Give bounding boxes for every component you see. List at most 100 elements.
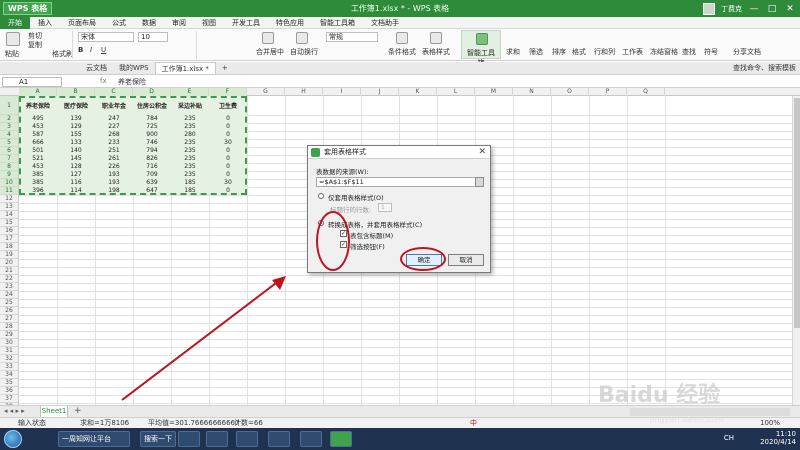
name-box[interactable]: A1 [2, 77, 62, 87]
data-cell[interactable]: 826 [133, 155, 171, 163]
data-cell[interactable]: 116 [57, 179, 95, 187]
data-cell[interactable]: 385 [19, 179, 57, 187]
data-cell[interactable]: 140 [57, 147, 95, 155]
wrap-icon[interactable] [296, 32, 308, 44]
row-header[interactable]: 15 [0, 219, 19, 227]
row-header[interactable]: 27 [0, 315, 19, 323]
data-cell[interactable]: 647 [133, 187, 171, 195]
row-header[interactable]: 35 [0, 379, 19, 387]
row-header[interactable]: 20 [0, 259, 19, 267]
column-header[interactable]: L [437, 88, 475, 96]
data-cell[interactable]: 0 [209, 123, 247, 131]
header-cell[interactable]: 卫生费 [209, 101, 247, 110]
source-range-input[interactable]: =$A$1:$F$11 [316, 177, 482, 187]
start-button[interactable] [4, 430, 22, 448]
row-header[interactable]: 22 [0, 275, 19, 283]
column-header[interactable]: M [475, 88, 513, 96]
data-cell[interactable]: 495 [19, 115, 57, 123]
data-cell[interactable]: 666 [19, 139, 57, 147]
radio-style-only-label[interactable]: 仅套用表格样式(O) [328, 192, 384, 202]
row-header[interactable]: 4 [0, 131, 19, 139]
row-header[interactable]: 18 [0, 243, 19, 251]
data-cell[interactable]: 233 [95, 139, 133, 147]
data-cell[interactable]: 155 [57, 131, 95, 139]
menu-doc-assistant[interactable]: 文档助手 [363, 17, 407, 29]
freeze-button[interactable]: 冻结窗格 [650, 47, 678, 57]
data-cell[interactable]: 261 [95, 155, 133, 163]
row-header[interactable]: 9 [0, 171, 19, 179]
data-cell[interactable]: 0 [209, 187, 247, 195]
data-cell[interactable]: 385 [19, 171, 57, 179]
tab-cloud-docs[interactable]: 云文档 [80, 62, 113, 74]
table-style-icon[interactable] [430, 32, 442, 44]
minimize-button[interactable]: — [748, 4, 760, 14]
range-picker-icon[interactable] [475, 177, 484, 187]
formula-input[interactable]: 养老保险 [118, 77, 146, 87]
font-size-select[interactable]: 10 [138, 32, 168, 42]
ime-indicator[interactable]: 中 [470, 418, 477, 428]
row-header[interactable]: 31 [0, 347, 19, 355]
row-header[interactable]: 32 [0, 355, 19, 363]
row-header[interactable]: 25 [0, 299, 19, 307]
column-header[interactable]: F [209, 88, 247, 96]
taskbar-item-browser[interactable]: 一周知网让平台 [58, 431, 130, 447]
row-header[interactable]: 21 [0, 267, 19, 275]
row-header[interactable]: 36 [0, 387, 19, 395]
find-button[interactable]: 查找 [682, 47, 696, 57]
data-cell[interactable]: 247 [95, 115, 133, 123]
data-cell[interactable]: 198 [95, 187, 133, 195]
data-cell[interactable]: 193 [95, 171, 133, 179]
row-header[interactable]: 2 [0, 115, 19, 123]
user-avatar[interactable] [703, 2, 715, 15]
header-cell[interactable]: 职业年金 [95, 101, 133, 110]
data-cell[interactable]: 639 [133, 179, 171, 187]
format-button[interactable]: 格式 [572, 47, 586, 57]
italic-button[interactable]: I [90, 46, 92, 54]
radio-style-only[interactable] [318, 193, 324, 199]
vertical-scrollbar[interactable] [792, 96, 800, 405]
tab-my-wps[interactable]: 我的WPS [113, 62, 155, 74]
column-header[interactable]: H [285, 88, 323, 96]
row-header[interactable]: 10 [0, 179, 19, 187]
tray-language[interactable]: CH [724, 434, 734, 442]
data-cell[interactable]: 587 [19, 131, 57, 139]
data-cell[interactable]: 133 [57, 139, 95, 147]
row-header[interactable]: 23 [0, 283, 19, 291]
column-header[interactable]: J [361, 88, 399, 96]
column-header[interactable]: Q [627, 88, 665, 96]
data-cell[interactable]: 185 [171, 179, 209, 187]
header-cell[interactable]: 住房公积金 [133, 101, 171, 110]
number-format-select[interactable]: 常规 [326, 32, 378, 42]
data-cell[interactable]: 185 [171, 187, 209, 195]
data-cell[interactable]: 784 [133, 115, 171, 123]
merge-button[interactable]: 合并居中 [256, 47, 284, 57]
row-header[interactable]: 24 [0, 291, 19, 299]
data-cell[interactable]: 0 [209, 147, 247, 155]
taskbar-item-folder[interactable] [236, 431, 258, 447]
zoom-level[interactable]: 100% [760, 418, 780, 428]
wrap-button[interactable]: 自动换行 [290, 47, 318, 57]
data-cell[interactable]: 0 [209, 163, 247, 171]
menu-page-layout[interactable]: 页面布局 [60, 17, 104, 29]
menu-review[interactable]: 审阅 [164, 17, 194, 29]
clock-date[interactable]: 2020/4/14 [760, 438, 796, 446]
paste-icon[interactable] [6, 32, 20, 46]
row-header[interactable]: 29 [0, 331, 19, 339]
menu-smart-toolbox[interactable]: 智能工具箱 [312, 17, 363, 29]
row-header[interactable]: 26 [0, 307, 19, 315]
header-cell[interactable]: 养老保险 [19, 101, 57, 110]
vertical-scroll-thumb[interactable] [794, 98, 800, 328]
data-cell[interactable]: 235 [171, 115, 209, 123]
conditional-format-button[interactable]: 条件格式 [388, 47, 416, 57]
row-header[interactable]: 11 [0, 187, 19, 195]
data-cell[interactable]: 0 [209, 115, 247, 123]
data-cell[interactable]: 227 [95, 123, 133, 131]
data-cell[interactable]: 725 [133, 123, 171, 131]
row-header[interactable]: 17 [0, 235, 19, 243]
column-header[interactable]: A [19, 88, 57, 96]
data-cell[interactable]: 501 [19, 147, 57, 155]
data-cell[interactable]: 0 [209, 131, 247, 139]
row-header[interactable]: 34 [0, 371, 19, 379]
underline-button[interactable]: U [101, 46, 106, 54]
menu-features[interactable]: 特色应用 [268, 17, 312, 29]
